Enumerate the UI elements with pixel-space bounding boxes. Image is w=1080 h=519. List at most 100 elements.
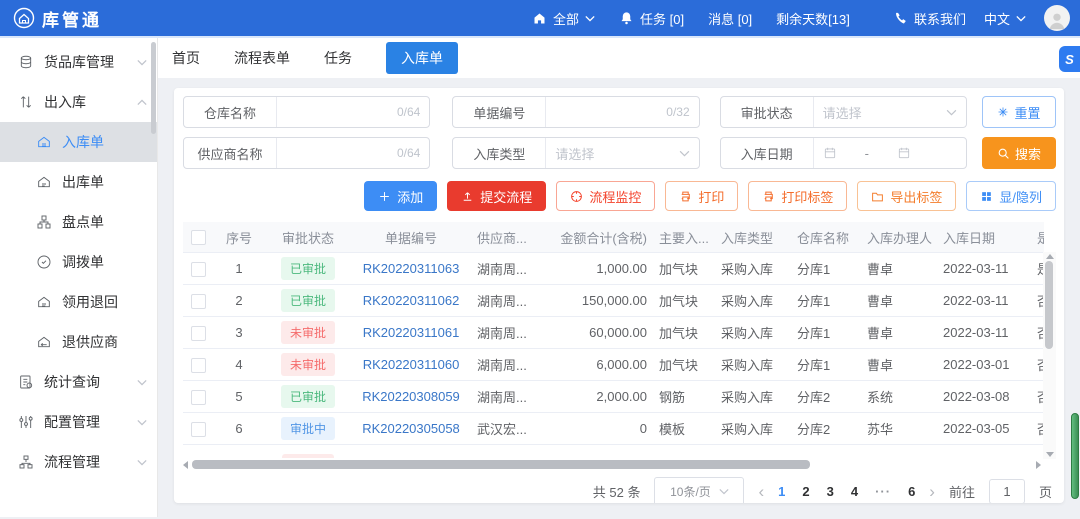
scroll-left-arrow-icon[interactable] <box>183 461 188 469</box>
vertical-scroll-thumb[interactable] <box>1045 261 1053 349</box>
cell-handler: 曹卓 <box>861 349 937 381</box>
print-button[interactable]: 打印 <box>665 181 738 211</box>
sidebar-item-outbound-order[interactable]: 出库单 <box>0 162 157 202</box>
cell-main-item: 加气块 <box>653 285 715 317</box>
sidebar-item-inbound-order[interactable]: 入库单 <box>0 122 157 162</box>
search-label: 搜索 <box>1015 144 1041 163</box>
row-checkbox[interactable] <box>191 358 206 373</box>
tab-tasks[interactable]: 任务 <box>324 48 352 68</box>
goto-label: 前往 <box>949 482 975 501</box>
sidebar-scrollbar[interactable] <box>151 42 156 134</box>
prev-page-button[interactable]: ‹ <box>758 483 764 500</box>
inbound-type-select[interactable]: 请选择 <box>545 138 698 168</box>
tab-inbound-order[interactable]: 入库单 <box>386 42 458 74</box>
next-page-button[interactable]: › <box>929 483 935 500</box>
page-number[interactable]: 2 <box>802 484 809 499</box>
table-vertical-scrollbar[interactable] <box>1043 252 1056 459</box>
export-tag-label: 导出标签 <box>890 187 942 206</box>
cell-inbound-date: 2022-03-11 <box>937 317 1031 349</box>
assistant-extension-button[interactable]: S <box>1059 46 1080 72</box>
doc-no-link[interactable]: RK20220305058 <box>362 421 460 436</box>
row-checkbox[interactable] <box>191 294 206 309</box>
columns-grid-icon <box>980 190 993 203</box>
row-checkbox[interactable] <box>191 390 206 405</box>
cell-handler: 系统 <box>861 381 937 413</box>
cell-main-item: 加气块 <box>653 317 715 349</box>
cell-warehouse: 分库1 <box>791 349 861 381</box>
sidebar-item-goods[interactable]: 货品库管理 <box>0 42 157 82</box>
reset-button[interactable]: 重置 <box>982 96 1056 128</box>
doc-no-link[interactable]: RK20220311060 <box>363 357 460 372</box>
row-checkbox[interactable] <box>191 422 206 437</box>
sidebar-item-stocktake-order[interactable]: 盘点单 <box>0 202 157 242</box>
chevron-down-icon <box>137 59 147 66</box>
page-number[interactable]: 4 <box>851 484 858 499</box>
process-monitor-button[interactable]: 流程监控 <box>556 181 655 211</box>
export-tag-button[interactable]: 导出标签 <box>857 181 956 211</box>
row-checkbox[interactable] <box>191 262 206 277</box>
cell-amount: 150,000.00 <box>547 285 653 317</box>
page-ellipsis[interactable]: ··· <box>875 484 891 499</box>
status-badge: 未审批 <box>281 353 335 376</box>
supplier-name-input[interactable]: 0/64 <box>276 138 429 168</box>
doc-no-input[interactable]: 0/32 <box>545 97 698 127</box>
table-horizontal-scrollbar[interactable] <box>183 459 1057 471</box>
cell-handler: 曹卓 <box>861 317 937 349</box>
page-number[interactable]: 1 <box>778 484 785 499</box>
doc-no-link[interactable]: RK20220311062 <box>363 293 460 308</box>
sidebar-item-inout[interactable]: 出入库 <box>0 82 157 122</box>
page-size-value: 10条/页 <box>670 483 711 500</box>
warehouse-name-input[interactable]: 0/64 <box>276 97 429 127</box>
status-badge: 未审批 <box>281 321 335 344</box>
contact-us[interactable]: 联系我们 <box>893 9 966 28</box>
scroll-up-arrow-icon[interactable] <box>1046 254 1054 259</box>
tab-home[interactable]: 首页 <box>172 48 200 68</box>
sidebar-item-config[interactable]: 配置管理 <box>0 402 157 442</box>
scroll-down-arrow-icon[interactable] <box>1046 452 1054 457</box>
tasks-item[interactable]: 任务 [0] <box>619 9 684 28</box>
cell-warehouse: 分库2 <box>791 381 861 413</box>
col-warehouse: 仓库名称 <box>791 222 861 253</box>
doc-no-link[interactable]: RK20220308059 <box>362 389 460 404</box>
sidebar-item-requisition-return[interactable]: 领用退回 <box>0 282 157 322</box>
user-avatar[interactable] <box>1044 5 1070 31</box>
page-number[interactable]: 6 <box>908 484 915 499</box>
page-scrollbar-thumb[interactable] <box>1071 413 1079 499</box>
print-tag-label: 打印标签 <box>781 187 833 206</box>
messages-item[interactable]: 消息 [0] <box>708 9 752 28</box>
language-selector[interactable]: 中文 <box>984 9 1026 28</box>
horizontal-scroll-thumb[interactable] <box>192 460 810 469</box>
goto-page-input[interactable] <box>989 479 1025 504</box>
scroll-right-arrow-icon[interactable] <box>1036 461 1041 469</box>
sidebar-item-statistics[interactable]: 统计查询 <box>0 362 157 402</box>
page-size-select[interactable]: 10条/页 <box>654 477 744 504</box>
table-scroll-viewport: 序号 审批状态 单据编号 供应商... 金额合计(含税) 主要入... 入库类型… <box>183 222 1044 458</box>
add-button[interactable]: 添加 <box>364 181 437 211</box>
inbound-date-range[interactable]: - <box>813 138 966 168</box>
print-label: 打印 <box>698 187 724 206</box>
row-checkbox[interactable] <box>191 326 206 341</box>
doc-no-link[interactable]: RK20220311061 <box>363 325 460 340</box>
print-tag-button[interactable]: 打印标签 <box>748 181 847 211</box>
page-number[interactable]: 3 <box>827 484 834 499</box>
sidebar-item-transfer-order[interactable]: 调拨单 <box>0 242 157 282</box>
submit-process-button[interactable]: 提交流程 <box>447 181 546 211</box>
approval-status-select[interactable]: 请选择 <box>813 97 966 127</box>
doc-no-link[interactable]: RK20220311063 <box>363 261 460 276</box>
total-count: 共 52 条 <box>593 482 641 501</box>
sidebar-item-return-supplier[interactable]: 退供应商 <box>0 322 157 362</box>
inbound-type-field: 入库类型 请选择 <box>452 137 699 169</box>
inbound-type-label: 入库类型 <box>453 144 545 163</box>
status-badge-clipped <box>282 454 334 458</box>
calendar-icon <box>897 146 911 160</box>
tab-process-forms[interactable]: 流程表单 <box>234 48 290 68</box>
table-row: 2 已审批 RK20220311062 湖南周... 150,000.00 加气… <box>183 285 1044 317</box>
sidebar-item-workflow[interactable]: 流程管理 <box>0 442 157 482</box>
show-hide-columns-button[interactable]: 显/隐列 <box>966 181 1056 211</box>
select-all-checkbox[interactable] <box>191 230 206 245</box>
cell-main-item: 钢筋 <box>653 381 715 413</box>
inbound-house-icon <box>36 134 52 150</box>
scope-selector[interactable]: 全部 <box>532 9 595 28</box>
table-row: 4 未审批 RK20220311060 湖南周... 6,000.00 加气块 … <box>183 349 1044 381</box>
search-button[interactable]: 搜索 <box>982 137 1056 169</box>
